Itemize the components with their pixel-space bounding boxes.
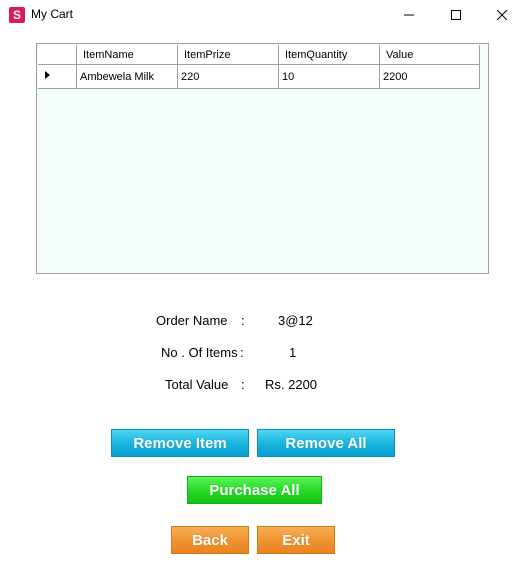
back-button[interactable]: Back [171,526,249,554]
minimize-icon [404,14,414,16]
maximize-button[interactable] [433,0,479,30]
items-count-value: 1 [289,345,297,360]
close-button[interactable] [479,0,525,30]
row-pointer-icon [45,71,50,79]
order-name-label: Order Name [156,313,228,328]
window-title: My Cart [31,7,73,21]
table-header-row: ItemName ItemPrize ItemQuantity Value [38,45,480,65]
cell-value[interactable]: 2200 [379,64,480,89]
items-count-colon: : [240,345,244,360]
exit-button[interactable]: Exit [257,526,335,554]
column-header-itemquantity[interactable]: ItemQuantity [278,45,380,65]
table-row[interactable]: Ambewela Milk 220 10 2200 [38,64,480,89]
order-name-colon: : [241,313,245,328]
title-bar: S My Cart [0,0,525,30]
total-value-label: Total Value [165,377,229,392]
minimize-button[interactable] [386,0,432,30]
column-header-itemname[interactable]: ItemName [76,45,178,65]
total-value-amount: Rs. 2200 [265,377,318,392]
column-header-value[interactable]: Value [379,45,480,65]
row-header-corner [38,45,77,65]
cart-data-grid[interactable]: ItemName ItemPrize ItemQuantity Value Am… [36,43,489,274]
row-selector[interactable] [38,64,77,89]
cart-table: ItemName ItemPrize ItemQuantity Value Am… [38,45,480,89]
cell-itemprize[interactable]: 220 [177,64,279,89]
total-value-colon: : [241,377,245,392]
app-icon: S [9,7,25,23]
order-name-value: 3@12 [278,313,313,328]
purchase-all-button[interactable]: Purchase All [187,476,322,504]
cell-itemname[interactable]: Ambewela Milk [76,64,178,89]
cell-itemquantity[interactable]: 10 [278,64,380,89]
remove-all-button[interactable]: Remove All [257,429,395,457]
items-count-label: No . Of Items [161,345,238,360]
close-icon [497,10,507,20]
maximize-icon [451,10,461,20]
column-header-itemprize[interactable]: ItemPrize [177,45,279,65]
remove-item-button[interactable]: Remove Item [111,429,249,457]
